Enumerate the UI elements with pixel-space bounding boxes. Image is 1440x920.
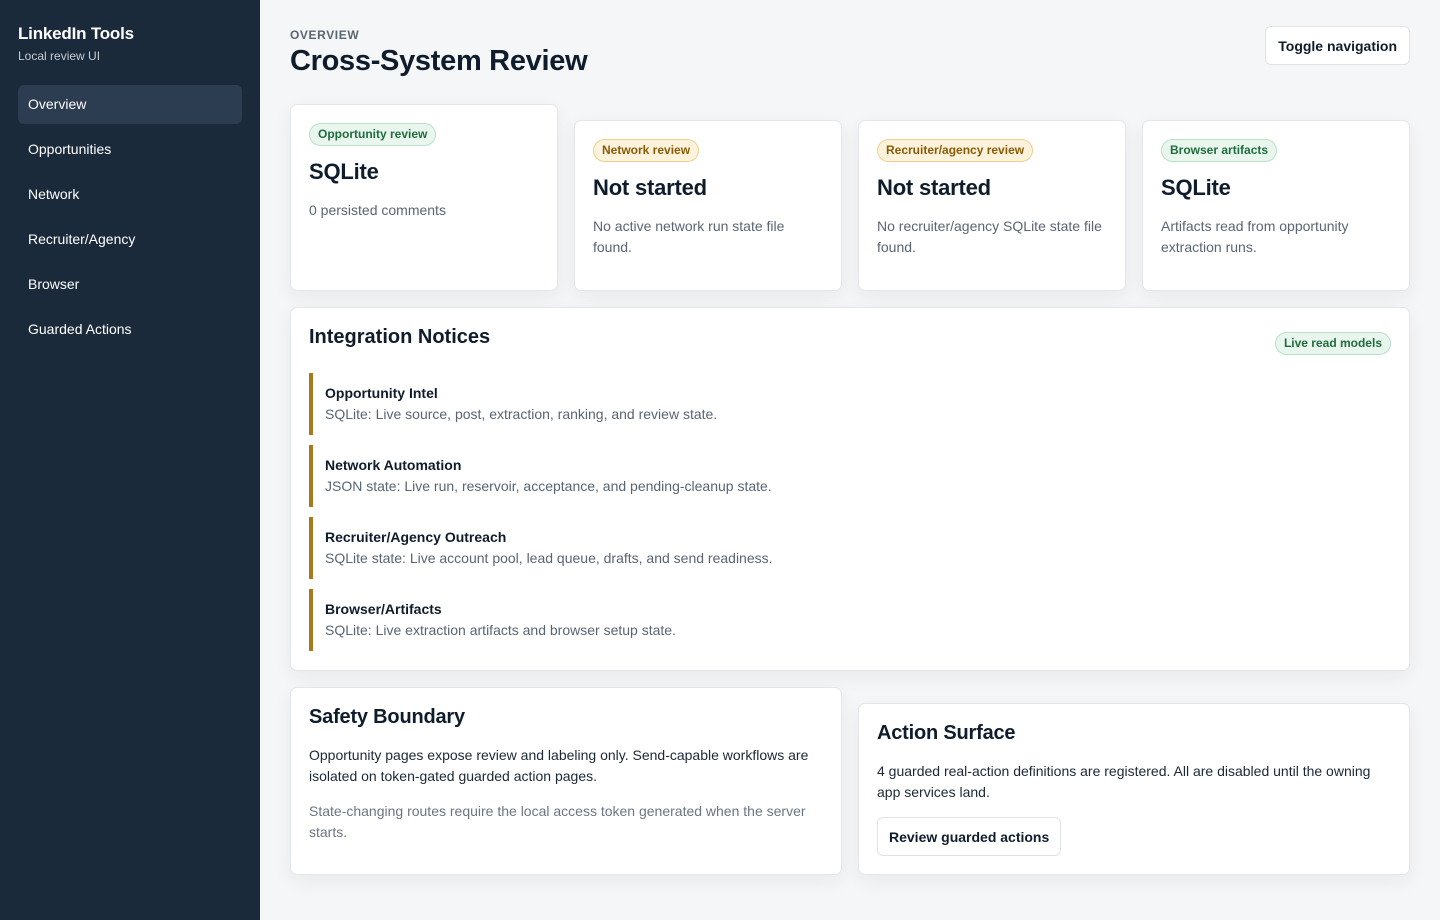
live-read-models-badge: Live read models xyxy=(1274,332,1391,355)
notice-list: Opportunity Intel SQLite: Live source, p… xyxy=(309,373,1391,651)
stat-card-opportunity: Opportunity review SQLite 0 persisted co… xyxy=(290,104,558,291)
sidebar-item-opportunities[interactable]: Opportunities xyxy=(18,130,242,169)
action-surface-title: Action Surface xyxy=(877,722,1016,744)
status-badge: Opportunity review xyxy=(309,123,437,146)
safety-title: Safety Boundary xyxy=(309,706,465,728)
stat-description: Artifacts read from opportunity extracti… xyxy=(1161,218,1349,255)
action-surface-panel: Action Surface 4 guarded real-action def… xyxy=(858,703,1410,875)
stat-description: 0 persisted comments xyxy=(309,202,446,218)
safety-boundary-panel: Safety Boundary Opportunity pages expose… xyxy=(290,687,842,875)
stat-card-browser-artifacts: Browser artifacts SQLite Artifacts read … xyxy=(1142,120,1410,291)
sidebar-item-guarded-actions[interactable]: Guarded Actions xyxy=(18,310,242,349)
safety-body: Opportunity pages expose review and labe… xyxy=(309,747,809,784)
review-guarded-actions-button[interactable]: Review guarded actions xyxy=(877,817,1062,856)
sidebar-nav: Overview Opportunities Network Recruiter… xyxy=(18,85,242,349)
sidebar-item-recruiter-agency[interactable]: Recruiter/Agency xyxy=(18,220,242,259)
notice-description: SQLite: Live extraction artifacts and br… xyxy=(325,622,676,638)
notice-description: SQLite state: Live account pool, lead qu… xyxy=(325,550,773,566)
notice-title: Recruiter/Agency Outreach xyxy=(325,529,507,545)
notice-title: Opportunity Intel xyxy=(325,385,438,401)
notice-item: Browser/Artifacts SQLite: Live extractio… xyxy=(309,589,1391,651)
notice-item: Recruiter/Agency Outreach SQLite state: … xyxy=(309,517,1391,579)
sidebar-item-overview[interactable]: Overview xyxy=(18,85,242,124)
page-title: Cross-System Review xyxy=(290,45,588,77)
notice-title: Browser/Artifacts xyxy=(325,601,442,617)
notice-description: SQLite: Live source, post, extraction, r… xyxy=(325,406,718,422)
notice-item: Network Automation JSON state: Live run,… xyxy=(309,445,1391,507)
main-content: OVERVIEW Cross-System Review Toggle navi… xyxy=(290,0,1410,920)
sidebar: LinkedIn Tools Local review UI Overview … xyxy=(0,0,260,920)
stat-card-network: Network review Not started No active net… xyxy=(574,120,842,291)
stat-description: No recruiter/agency SQLite state file fo… xyxy=(877,218,1102,255)
brand-subtitle: Local review UI xyxy=(18,49,101,63)
safety-note: State-changing routes require the local … xyxy=(309,803,806,840)
notice-item: Opportunity Intel SQLite: Live source, p… xyxy=(309,373,1391,435)
stat-card-recruiter-agency: Recruiter/agency review Not started No r… xyxy=(858,120,1126,291)
stat-value: SQLite xyxy=(1161,175,1231,200)
toggle-navigation-button[interactable]: Toggle navigation xyxy=(1265,26,1410,65)
status-badge: Network review xyxy=(593,139,700,162)
sidebar-item-browser[interactable]: Browser xyxy=(18,265,242,304)
action-surface-body: 4 guarded real-action definitions are re… xyxy=(877,763,1371,800)
page-eyebrow: OVERVIEW xyxy=(290,28,360,42)
stat-value: Not started xyxy=(877,175,991,200)
integration-notices-panel: Integration Notices Live read models Opp… xyxy=(290,307,1410,671)
stat-description: No active network run state file found. xyxy=(593,218,785,255)
status-badge: Recruiter/agency review xyxy=(877,139,1034,162)
notice-title: Network Automation xyxy=(325,457,462,473)
status-badge: Browser artifacts xyxy=(1161,139,1278,162)
stat-value: Not started xyxy=(593,175,707,200)
stat-value: SQLite xyxy=(309,159,379,184)
sidebar-item-network[interactable]: Network xyxy=(18,175,242,214)
brand-title: LinkedIn Tools xyxy=(18,24,134,43)
notices-title: Integration Notices xyxy=(309,326,491,348)
notice-description: JSON state: Live run, reservoir, accepta… xyxy=(325,478,772,494)
